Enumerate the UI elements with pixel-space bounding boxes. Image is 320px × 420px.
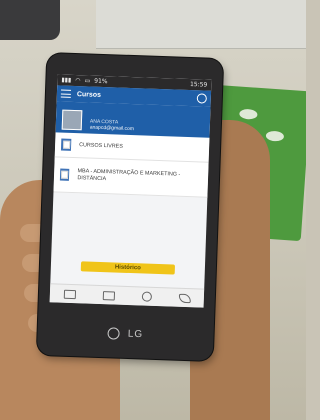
profile-email: anapcd@gmail.com (89, 124, 135, 132)
overview-icon[interactable] (102, 290, 115, 301)
back-icon[interactable] (178, 293, 191, 303)
course-label: CURSOS LIVRES (79, 141, 123, 150)
lg-logo-icon (107, 327, 121, 340)
battery-percent: 91% (94, 77, 108, 86)
wifi-icon: ◠ (75, 77, 81, 85)
courses-list: CURSOS LIVRES MBA - ADMINISTRAÇÃO E MARK… (53, 132, 210, 198)
avatar (61, 109, 83, 131)
home-icon[interactable] (141, 291, 152, 302)
photo-scene: ▮▮▮ ◠ ▭ 91% 15:59 Cursos ANA COSTA anapc… (0, 0, 306, 420)
menu-icon[interactable] (60, 89, 72, 98)
brand-text: LG (127, 328, 144, 341)
smartphone: ▮▮▮ ◠ ▭ 91% 15:59 Cursos ANA COSTA anapc… (36, 53, 224, 361)
battery-icon: ▭ (84, 77, 91, 85)
white-box (96, 0, 306, 49)
android-navbar (49, 283, 205, 308)
list-item[interactable]: MBA - ADMINISTRAÇÃO E MARKETING - DISTÂN… (53, 157, 209, 198)
keyboard (0, 0, 60, 40)
recent-apps-icon[interactable] (63, 289, 76, 299)
status-time: 15:59 (189, 81, 208, 89)
appbar-action-icon[interactable] (196, 93, 208, 104)
profile-text: ANA COSTA anapcd@gmail.com (90, 118, 135, 132)
profile-header: ANA COSTA anapcd@gmail.com (55, 101, 211, 138)
history-button[interactable]: Histórico (80, 261, 176, 275)
document-icon (59, 168, 70, 181)
device-brand: LG (37, 325, 213, 343)
app-title: Cursos (76, 90, 102, 99)
course-label: MBA - ADMINISTRAÇÃO E MARKETING - DISTÂN… (77, 168, 181, 182)
phone-screen: ▮▮▮ ◠ ▭ 91% 15:59 Cursos ANA COSTA anapc… (49, 74, 212, 308)
signal-icon: ▮▮▮ (61, 76, 72, 84)
document-icon (60, 138, 72, 151)
